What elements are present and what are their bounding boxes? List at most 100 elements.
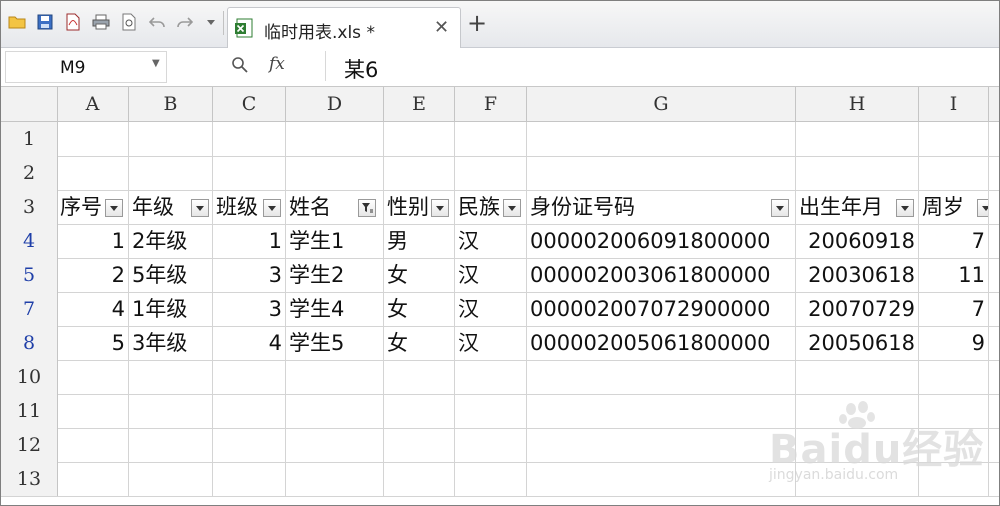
cell-g[interactable] <box>527 360 796 394</box>
header-cell[interactable]: 班级 <box>213 190 286 224</box>
row-header[interactable]: 2 <box>1 156 58 190</box>
cell-h[interactable]: 20060918 <box>796 224 919 258</box>
cell-b[interactable] <box>129 360 213 394</box>
cell-e[interactable] <box>384 122 455 156</box>
cell-d[interactable] <box>286 360 384 394</box>
cell-e[interactable]: 女 <box>384 258 455 292</box>
document-tab[interactable]: 临时用表.xls * ✕ <box>227 7 461 48</box>
row-header[interactable]: 1 <box>1 122 58 156</box>
cell-c[interactable]: 3 <box>213 292 286 326</box>
cell-e[interactable] <box>384 394 455 428</box>
filter-dropdown-icon[interactable] <box>191 199 209 217</box>
cell-b[interactable]: 2年级 <box>129 224 213 258</box>
print-preview-icon[interactable] <box>119 12 139 32</box>
cell-d[interactable]: 学生5 <box>286 326 384 360</box>
cell-d[interactable]: 学生2 <box>286 258 384 292</box>
row-header[interactable]: 11 <box>1 394 58 428</box>
cell-c[interactable] <box>213 360 286 394</box>
cell-b[interactable] <box>129 156 213 190</box>
row-header[interactable]: 10 <box>1 360 58 394</box>
cell-f[interactable] <box>455 360 527 394</box>
filter-active-icon[interactable] <box>358 199 376 217</box>
header-cell[interactable]: 性别 <box>384 190 455 224</box>
cell-b[interactable] <box>129 394 213 428</box>
filter-dropdown-icon[interactable] <box>263 199 281 217</box>
cell-i[interactable] <box>919 156 989 190</box>
select-all-corner[interactable] <box>1 87 58 121</box>
cell-a[interactable]: 4 <box>57 292 129 326</box>
redo-icon[interactable] <box>175 12 195 32</box>
cell-f[interactable] <box>455 122 527 156</box>
column-header-g[interactable]: G <box>527 87 796 121</box>
column-header-i[interactable]: I <box>919 87 989 121</box>
cell-b[interactable] <box>129 122 213 156</box>
formula-input[interactable]: 某6 <box>325 51 996 82</box>
filter-dropdown-icon[interactable] <box>503 199 521 217</box>
row-header[interactable]: 4 <box>1 224 58 258</box>
cell-h[interactable]: 20030618 <box>796 258 919 292</box>
cell-d[interactable]: 学生1 <box>286 224 384 258</box>
zoom-lookup-icon[interactable] <box>231 56 249 78</box>
column-header-d[interactable]: D <box>286 87 384 121</box>
cell-e[interactable] <box>384 428 455 462</box>
cell-f[interactable] <box>455 462 527 496</box>
cell-a[interactable] <box>57 156 129 190</box>
cell-g[interactable]: 000002003061800000 <box>527 258 796 292</box>
cell-d[interactable] <box>286 156 384 190</box>
filter-dropdown-icon[interactable] <box>105 199 123 217</box>
column-header-b[interactable]: B <box>129 87 213 121</box>
cell-f[interactable] <box>455 428 527 462</box>
cell-a[interactable]: 1 <box>57 224 129 258</box>
print-icon[interactable] <box>91 12 111 32</box>
cell-e[interactable]: 男 <box>384 224 455 258</box>
header-cell[interactable]: 年级 <box>129 190 213 224</box>
cell-c[interactable]: 4 <box>213 326 286 360</box>
cell-c[interactable]: 1 <box>213 224 286 258</box>
header-cell[interactable]: 周岁 <box>919 190 989 224</box>
filter-dropdown-icon[interactable] <box>771 199 789 217</box>
row-header[interactable]: 8 <box>1 326 58 360</box>
header-cell[interactable]: 民族 <box>455 190 527 224</box>
cell-e[interactable] <box>384 360 455 394</box>
cell-a[interactable] <box>57 360 129 394</box>
cell-b[interactable]: 5年级 <box>129 258 213 292</box>
save-icon[interactable] <box>35 12 55 32</box>
row-header[interactable]: 12 <box>1 428 58 462</box>
cell-a[interactable] <box>57 122 129 156</box>
cell-c[interactable]: 3 <box>213 258 286 292</box>
cell-d[interactable] <box>286 122 384 156</box>
column-header-f[interactable]: F <box>455 87 527 121</box>
cell-c[interactable] <box>213 428 286 462</box>
cell-a[interactable] <box>57 428 129 462</box>
cell-a[interactable]: 2 <box>57 258 129 292</box>
column-header-partial[interactable] <box>989 87 999 121</box>
column-header-e[interactable]: E <box>384 87 455 121</box>
name-box-dropdown-icon[interactable]: ▼ <box>152 58 160 69</box>
cell-a[interactable] <box>57 462 129 496</box>
cell-f[interactable]: 汉 <box>455 224 527 258</box>
cell-h[interactable] <box>796 360 919 394</box>
quick-access-dropdown-icon[interactable] <box>201 12 221 32</box>
cell-i[interactable]: 11 <box>919 258 989 292</box>
cell-i[interactable] <box>919 360 989 394</box>
row-header[interactable]: 13 <box>1 462 58 496</box>
cell-g[interactable] <box>527 428 796 462</box>
cell-c[interactable] <box>213 462 286 496</box>
cell-g[interactable]: 000002007072900000 <box>527 292 796 326</box>
cell-g[interactable] <box>527 394 796 428</box>
cell-d[interactable]: 学生4 <box>286 292 384 326</box>
cell-b[interactable]: 3年级 <box>129 326 213 360</box>
new-tab-button[interactable]: + <box>467 11 487 35</box>
cell-g[interactable] <box>527 122 796 156</box>
cell-i[interactable]: 7 <box>919 292 989 326</box>
cell-b[interactable] <box>129 462 213 496</box>
row-header[interactable]: 5 <box>1 258 58 292</box>
cell-b[interactable]: 1年级 <box>129 292 213 326</box>
cell-c[interactable] <box>213 394 286 428</box>
cell-f[interactable] <box>455 156 527 190</box>
cell-c[interactable] <box>213 122 286 156</box>
cell-g[interactable]: 000002005061800000 <box>527 326 796 360</box>
cell-d[interactable] <box>286 394 384 428</box>
cell-c[interactable] <box>213 156 286 190</box>
header-cell[interactable]: 身份证号码 <box>527 190 796 224</box>
